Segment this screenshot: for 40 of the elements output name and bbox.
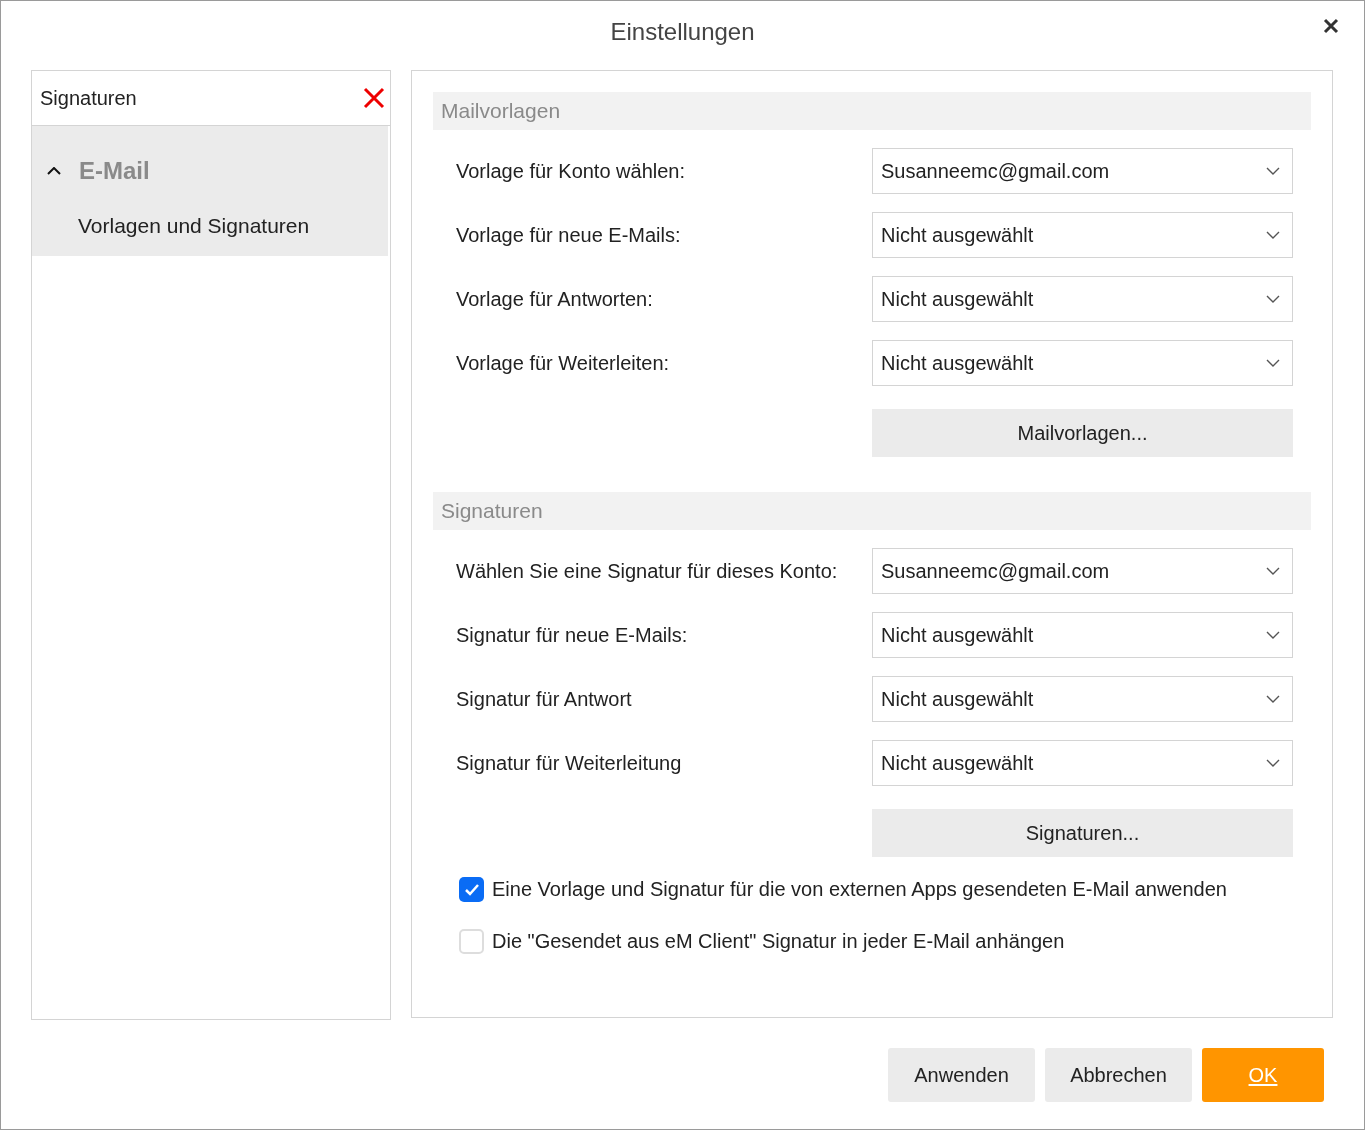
window-title: Einstellungen xyxy=(610,16,755,47)
field-label: Signatur für neue E-Mails: xyxy=(455,623,689,649)
checkbox[interactable] xyxy=(459,876,484,902)
field-label: Vorlage für Antworten: xyxy=(455,287,654,313)
chevron-down-icon xyxy=(1266,567,1280,576)
chevron-down-icon xyxy=(1266,695,1280,704)
dialog-button[interactable]: Abbrechen xyxy=(1045,1048,1192,1103)
section-header: Mailvorlagen xyxy=(433,92,1311,131)
close-icon[interactable] xyxy=(1323,18,1339,34)
dropdown[interactable]: Nicht ausgewählt xyxy=(872,612,1293,659)
templates-button[interactable]: Mailvorlagen... xyxy=(872,409,1293,458)
field-label: Signatur für Weiterleitung xyxy=(455,751,683,777)
clear-icon[interactable] xyxy=(363,87,385,110)
chevron-down-icon xyxy=(1266,759,1280,768)
field-label: Signatur für Antwort xyxy=(455,687,633,713)
check-icon xyxy=(463,882,480,896)
dropdown[interactable]: Nicht ausgewählt xyxy=(872,276,1293,323)
section-header: Signaturen xyxy=(433,492,1311,531)
checkbox-label: Eine Vorlage und Signatur für die von externen Apps gesendeten E-Mail anwenden xyxy=(492,877,1227,903)
templates-button[interactable]: Signaturen... xyxy=(872,809,1293,858)
chevron-down-icon xyxy=(1266,295,1280,304)
dropdown[interactable]: Nicht ausgewählt xyxy=(872,340,1293,387)
checkbox-label: Die "Gesendet aus eM Client" Signatur in jeder E-Mail anhängen xyxy=(492,929,1065,955)
dropdown[interactable]: Nicht ausgewählt xyxy=(872,740,1293,787)
field-label: Vorlage für Konto wählen: xyxy=(455,159,687,185)
checkbox[interactable] xyxy=(459,928,484,954)
dialog-button[interactable]: Anwenden xyxy=(888,1048,1035,1103)
dropdown[interactable]: Nicht ausgewählt xyxy=(872,676,1293,723)
dropdown[interactable]: Susanneemc@gmail.com xyxy=(872,148,1293,195)
chevron-down-icon xyxy=(1266,167,1280,176)
field-label: Vorlage für neue E-Mails: xyxy=(455,223,682,249)
chevron-down-icon xyxy=(1266,631,1280,640)
chevron-down-icon xyxy=(1266,231,1280,240)
tree-item[interactable]: Vorlagen und Signaturen xyxy=(32,206,388,247)
field-label: Vorlage für Weiterleiten: xyxy=(455,351,671,377)
field-label: Wählen Sie eine Signatur für dieses Konto: xyxy=(455,559,839,585)
dropdown[interactable]: Nicht ausgewählt xyxy=(872,212,1293,259)
dropdown[interactable]: Susanneemc@gmail.com xyxy=(872,548,1293,595)
chevron-down-icon xyxy=(1266,359,1280,368)
chevron-up-icon xyxy=(47,167,61,176)
